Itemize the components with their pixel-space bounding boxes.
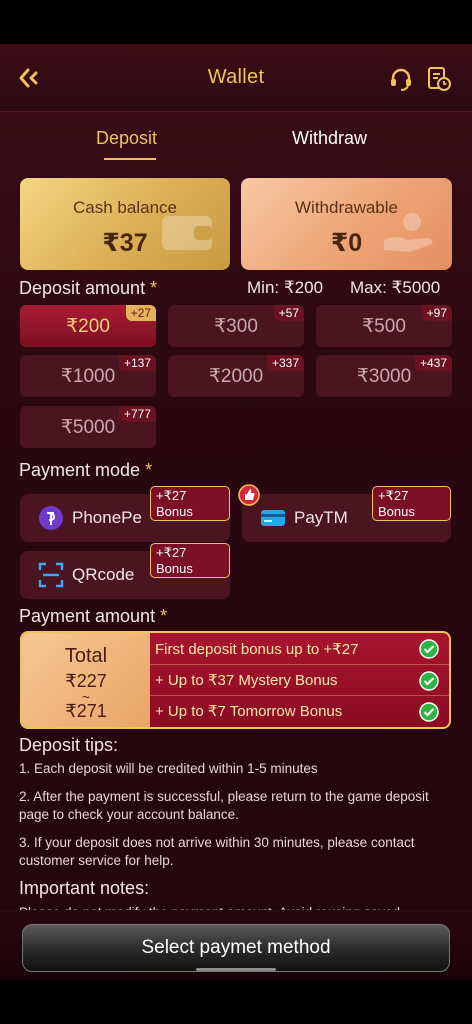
amount-option-300[interactable]: ₹300 +57	[168, 305, 304, 347]
required-mark: *	[145, 460, 153, 480]
select-payment-method-button[interactable]: Select paymet method	[22, 924, 450, 972]
amount-value: ₹300	[214, 315, 258, 337]
amount-option-1000[interactable]: ₹1000 +137	[20, 355, 156, 397]
min-amount: Min: ₹200	[247, 278, 324, 297]
payment-option-name: PayTM	[294, 508, 348, 527]
payment-bonus-tag: +₹27 Bonus	[150, 543, 230, 578]
deposit-amount-label: Deposit amount	[19, 278, 146, 298]
bonus-row: + Up to ₹7 Tomorrow Bonus	[150, 695, 449, 726]
app-header: Wallet	[0, 44, 472, 112]
amount-value: ₹5000	[60, 416, 116, 438]
amount-bonus-badge: +57	[273, 305, 304, 321]
payment-option-name: PhonePe	[72, 508, 142, 527]
amount-option-200[interactable]: ₹200 +27	[20, 305, 156, 347]
bonus-row: + Up to ₹37 Mystery Bonus	[150, 664, 449, 695]
payment-mode-label: Payment mode	[19, 460, 141, 480]
wallet-screen: Wallet Deposit Withdraw Cash balance ₹37	[0, 44, 472, 980]
check-circle-icon	[419, 671, 439, 691]
deposit-amount-heading: Deposit amount *	[19, 278, 157, 299]
cash-balance-card: Cash balance ₹37	[20, 178, 230, 270]
tab-withdraw[interactable]: Withdraw	[292, 128, 367, 149]
amount-bonus-badge: +337	[266, 355, 304, 371]
total-max: ₹271	[65, 701, 107, 721]
payment-bonus-tag: +₹27 Bonus	[372, 486, 451, 521]
amount-option-500[interactable]: ₹500 +97	[316, 305, 452, 347]
deposit-tip: 1. Each deposit will be credited within …	[19, 761, 318, 776]
total-title: Total	[64, 645, 108, 667]
amount-bonus-badge: +437	[414, 355, 452, 371]
payment-bonus-tag: +₹27 Bonus	[150, 486, 230, 521]
amount-bonus-badge: +27	[125, 305, 156, 321]
withdrawable-card: Withdrawable ₹0	[241, 178, 452, 270]
max-amount: Max: ₹5000	[350, 278, 441, 297]
amount-value: ₹500	[362, 315, 406, 337]
thumbs-up-icon	[238, 484, 260, 506]
payment-amount-heading: Payment amount *	[19, 606, 167, 627]
amount-option-5000[interactable]: ₹5000 +777	[20, 406, 156, 448]
tab-deposit[interactable]: Deposit	[96, 128, 157, 149]
payment-amount-label: Payment amount	[19, 606, 156, 626]
payment-option-name: QRcode	[72, 565, 135, 584]
withdrawable-value: ₹0	[330, 229, 363, 257]
amount-option-3000[interactable]: ₹3000 +437	[316, 355, 452, 397]
deposit-tip: 3. If your deposit does not arrive withi…	[19, 835, 415, 868]
bonus-row: First deposit bonus up to +₹27	[150, 633, 449, 664]
cash-balance-value: ₹37	[102, 229, 148, 257]
payment-option-paytm[interactable]: PayTM +₹27 Bonus	[238, 484, 451, 542]
check-circle-icon	[419, 702, 439, 722]
withdrawable-label: Withdrawable	[295, 198, 398, 217]
deposit-tip: 2. After the payment is successful, plea…	[19, 789, 429, 822]
important-notes-title: Important notes:	[19, 878, 150, 898]
records-icon[interactable]	[426, 66, 452, 92]
payment-option-phonepe[interactable]: PhonePe +₹27 Bonus	[20, 486, 230, 542]
paytm-card-icon	[261, 510, 285, 526]
qr-scan-icon	[38, 562, 64, 588]
deposit-withdraw-tabs: Deposit Withdraw	[0, 124, 472, 164]
amount-option-2000[interactable]: ₹2000 +337	[168, 355, 304, 397]
amount-value: ₹200	[66, 315, 110, 337]
headset-support-icon[interactable]	[388, 66, 414, 92]
phonepe-icon	[39, 506, 63, 530]
cash-balance-label: Cash balance	[73, 198, 177, 217]
required-mark: *	[160, 606, 168, 626]
amount-bonus-badge: +777	[118, 406, 156, 422]
active-tab-indicator	[104, 158, 156, 160]
amount-value: ₹1000	[60, 365, 116, 387]
check-circle-icon	[419, 639, 439, 659]
payment-total-box: Total ₹227 ~ ₹271 First deposit bonus up…	[20, 631, 451, 729]
bonus-text: First deposit bonus up to +₹27	[155, 640, 359, 658]
amount-bonus-badge: +137	[118, 355, 156, 371]
bonus-text: + Up to ₹7 Tomorrow Bonus	[155, 703, 343, 720]
payment-option-qrcode[interactable]: QRcode +₹27 Bonus	[20, 543, 230, 599]
required-mark: *	[150, 278, 158, 298]
bonus-text: + Up to ₹37 Mystery Bonus	[155, 672, 338, 689]
total-panel: Total ₹227 ~ ₹271	[22, 633, 150, 727]
amount-value: ₹3000	[356, 365, 412, 387]
amount-bonus-badge: +97	[421, 305, 452, 321]
button-highlight	[196, 968, 276, 971]
deposit-tips-title: Deposit tips:	[19, 735, 119, 755]
amount-value: ₹2000	[208, 365, 264, 387]
payment-mode-heading: Payment mode *	[19, 460, 152, 481]
